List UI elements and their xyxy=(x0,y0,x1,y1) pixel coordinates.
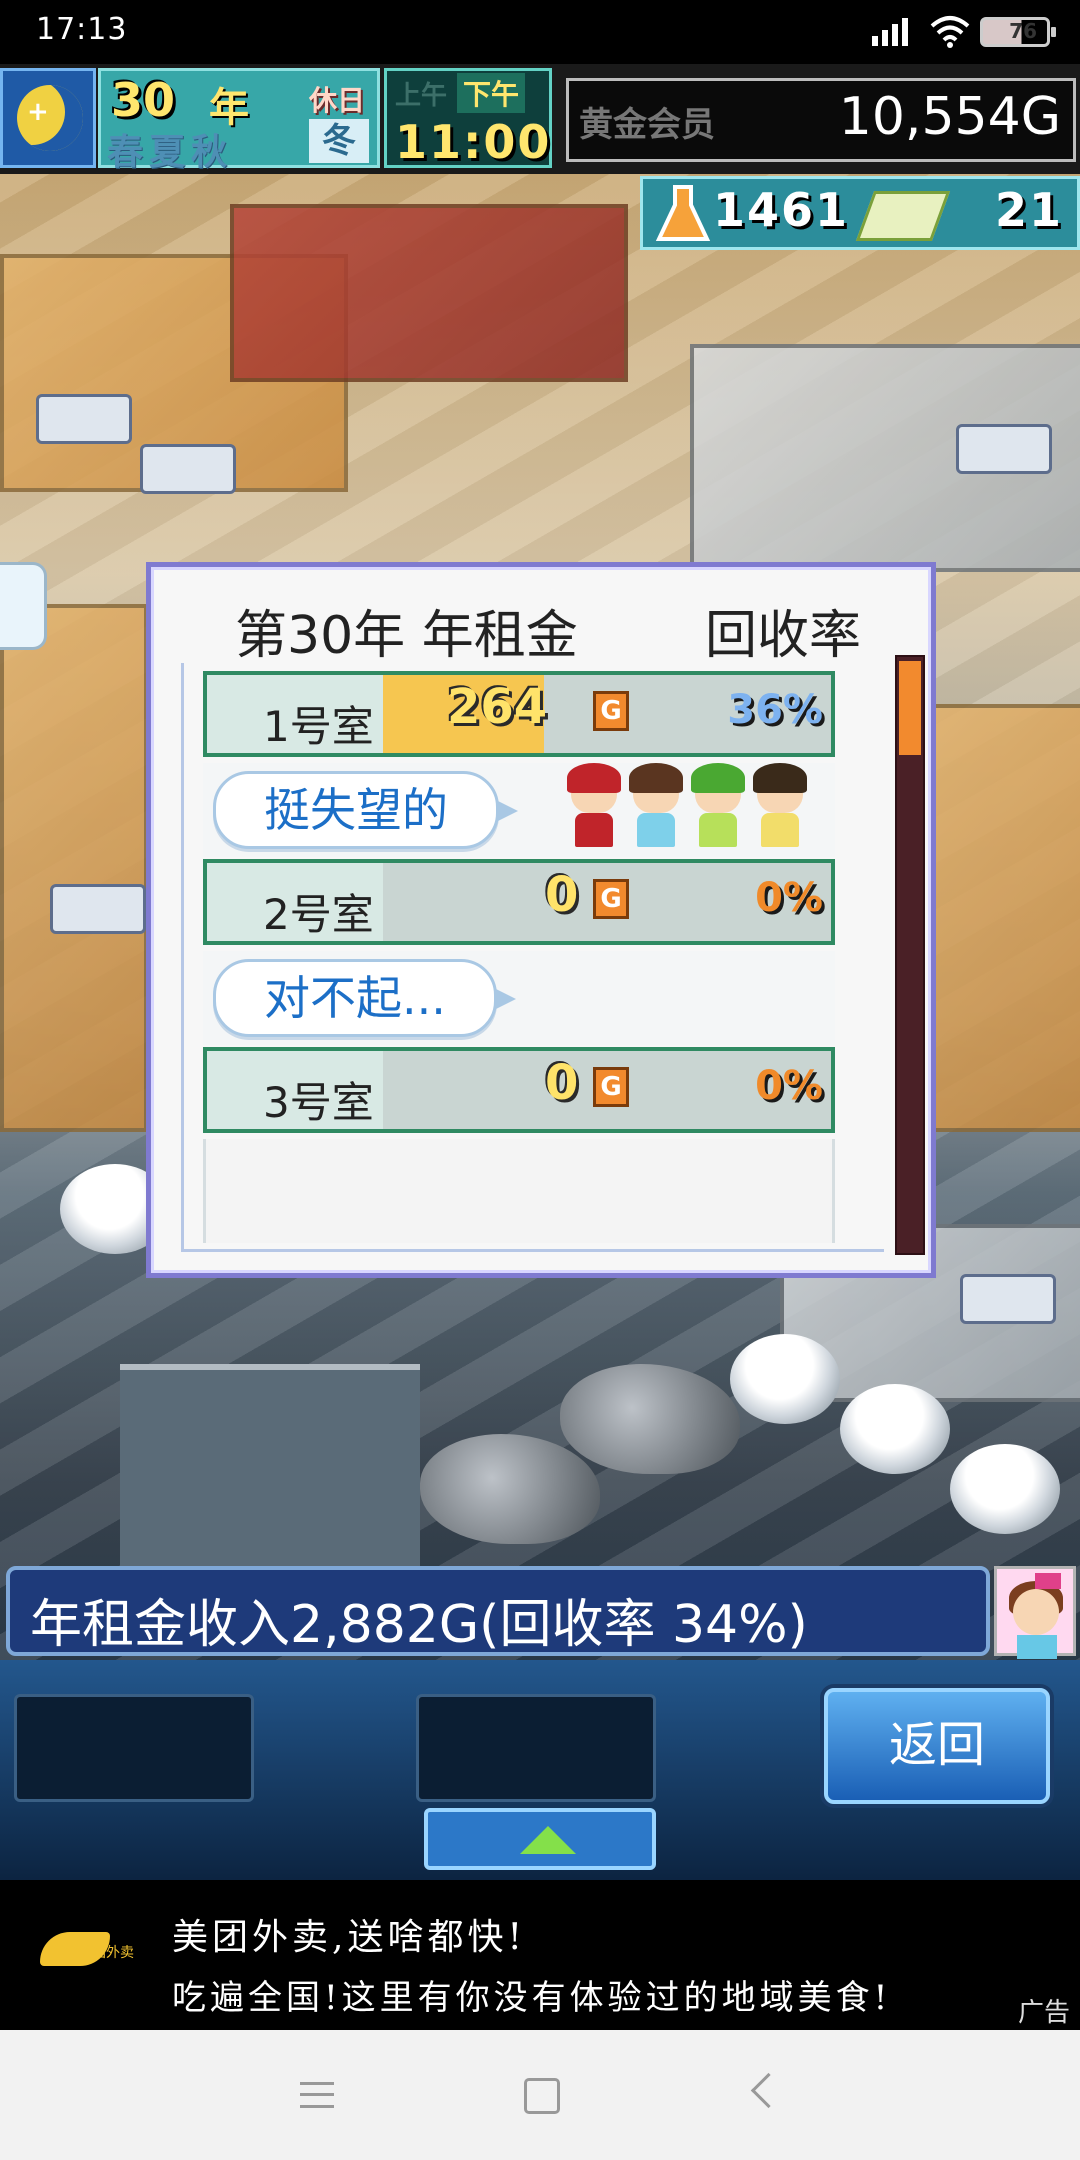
snowy-tree xyxy=(950,1444,1060,1534)
bottom-controls: 返回 xyxy=(0,1660,1080,1880)
ad-banner[interactable]: 美团外卖 美团外卖,送啥都快! 吃遍全国!这里有你没有体验过的地域美食! 广告 xyxy=(0,1880,1080,2030)
time-of-day-button[interactable] xyxy=(0,68,96,168)
scroll-up-button[interactable] xyxy=(424,1808,656,1870)
wifi-icon xyxy=(930,16,970,48)
back-button[interactable]: 返回 xyxy=(824,1688,1050,1804)
tenant-comment-row: 对不起... xyxy=(203,951,835,1045)
date-panel: 30 年 休日 春夏秋 冬 xyxy=(98,68,380,173)
ticket-count: 21 xyxy=(994,183,1063,237)
home-icon[interactable] xyxy=(524,2078,560,2114)
rate-column-header: 回收率 xyxy=(704,606,861,666)
message-bar: 年租金收入2,882G(回收率 34%) xyxy=(6,1566,990,1656)
rent-amount: 264 xyxy=(447,679,548,735)
top-hud: 30 年 休日 春夏秋 冬 上午 下午 11:00 黄金会员 10,554G xyxy=(0,64,1080,174)
bed xyxy=(50,884,146,934)
empty-button-slot xyxy=(14,1694,254,1802)
money-amount: 10,554G xyxy=(838,87,1061,147)
bed xyxy=(36,394,132,444)
recovery-rate: 36% xyxy=(727,687,823,733)
snowy-tree xyxy=(840,1384,950,1474)
tenant-sprite xyxy=(565,763,623,849)
ad-brand: 美团外卖 xyxy=(78,1945,134,1961)
battery-icon: 76 xyxy=(980,17,1056,47)
room-row[interactable]: 2号室 0 G 0% xyxy=(203,859,835,945)
ad-subline: 吃遍全国!这里有你没有体验过的地域美食! xyxy=(172,1978,892,2018)
speech-bubble: 挺失望的 xyxy=(213,771,518,849)
system-status-bar: 17:13 76 xyxy=(0,0,1080,64)
season-list: 春夏秋 xyxy=(107,132,234,173)
room-label: 2号室 xyxy=(263,890,374,939)
rent-income-message: 年租金收入2,882G(回收率 34%) xyxy=(30,1595,808,1655)
research-points: 1461 xyxy=(713,183,850,237)
side-menu-tab[interactable] xyxy=(0,562,47,650)
am-label: 上午 xyxy=(395,81,448,111)
moon-icon xyxy=(17,85,83,151)
snowy-rock xyxy=(420,1434,600,1544)
room-tile xyxy=(230,204,628,382)
recovery-rate: 0% xyxy=(755,1063,823,1109)
bed xyxy=(960,1274,1056,1324)
flask-icon xyxy=(655,185,711,241)
battery-level: 76 xyxy=(1009,19,1037,43)
bed xyxy=(956,424,1052,474)
resource-bar: 1461 21 xyxy=(640,176,1080,250)
annual-rent-dialog: 第30年 年租金 回收率 1号室 264 G 36% 挺失望的 2号室 0 G … xyxy=(146,562,936,1278)
empty-list-slot xyxy=(203,1139,835,1243)
ticket-icon xyxy=(855,191,951,241)
empty-button-slot xyxy=(416,1694,656,1802)
gold-currency-icon: G xyxy=(593,879,629,919)
ad-headline: 美团外卖,送啥都快! xyxy=(172,1917,526,1958)
room-row[interactable]: 1号室 264 G 36% xyxy=(203,671,835,757)
building-wall xyxy=(120,1364,420,1570)
clock-panel: 上午 下午 11:00 xyxy=(384,68,552,169)
back-icon[interactable] xyxy=(750,2072,787,2109)
scroll-thumb[interactable] xyxy=(899,661,921,755)
money-panel: 黄金会员 10,554G xyxy=(566,78,1076,162)
tenant-sprite xyxy=(689,763,747,849)
snowy-tree xyxy=(730,1334,840,1424)
tenant-comment-row: 挺失望的 xyxy=(203,763,835,857)
room-tile xyxy=(0,604,148,1132)
scrollbar[interactable] xyxy=(895,655,925,1255)
bed xyxy=(140,444,236,494)
year-number: 30 xyxy=(111,73,176,127)
gold-currency-icon: G xyxy=(593,691,629,731)
game-clock: 11:00 xyxy=(395,115,552,169)
room-label: 1号室 xyxy=(263,702,374,751)
up-arrow-icon xyxy=(520,1826,576,1854)
membership-label: 黄金会员 xyxy=(579,105,715,145)
speech-bubble: 对不起... xyxy=(213,959,516,1037)
rent-amount: 0 xyxy=(545,867,579,923)
secretary-avatar xyxy=(994,1566,1076,1659)
signal-icon xyxy=(872,18,908,46)
snowy-rock xyxy=(560,1364,740,1474)
room-row[interactable]: 3号室 0 G 0% xyxy=(203,1047,835,1133)
room-label: 3号室 xyxy=(263,1078,374,1127)
dialog-title: 第30年 年租金 xyxy=(235,606,578,666)
pm-label: 下午 xyxy=(457,73,526,113)
holiday-label: 休日 xyxy=(309,84,366,117)
recovery-rate: 0% xyxy=(755,875,823,921)
status-time: 17:13 xyxy=(36,12,128,47)
ad-label: 广告 xyxy=(1017,1998,1070,2028)
current-season: 冬 xyxy=(309,119,369,163)
tenant-sprite xyxy=(627,763,685,849)
system-nav-bar xyxy=(0,2030,1080,2160)
gold-currency-icon: G xyxy=(593,1067,629,1107)
recent-apps-icon[interactable] xyxy=(300,2082,334,2108)
tenant-sprite xyxy=(751,763,809,849)
room-tile xyxy=(930,704,1080,1132)
rent-amount: 0 xyxy=(545,1055,579,1111)
